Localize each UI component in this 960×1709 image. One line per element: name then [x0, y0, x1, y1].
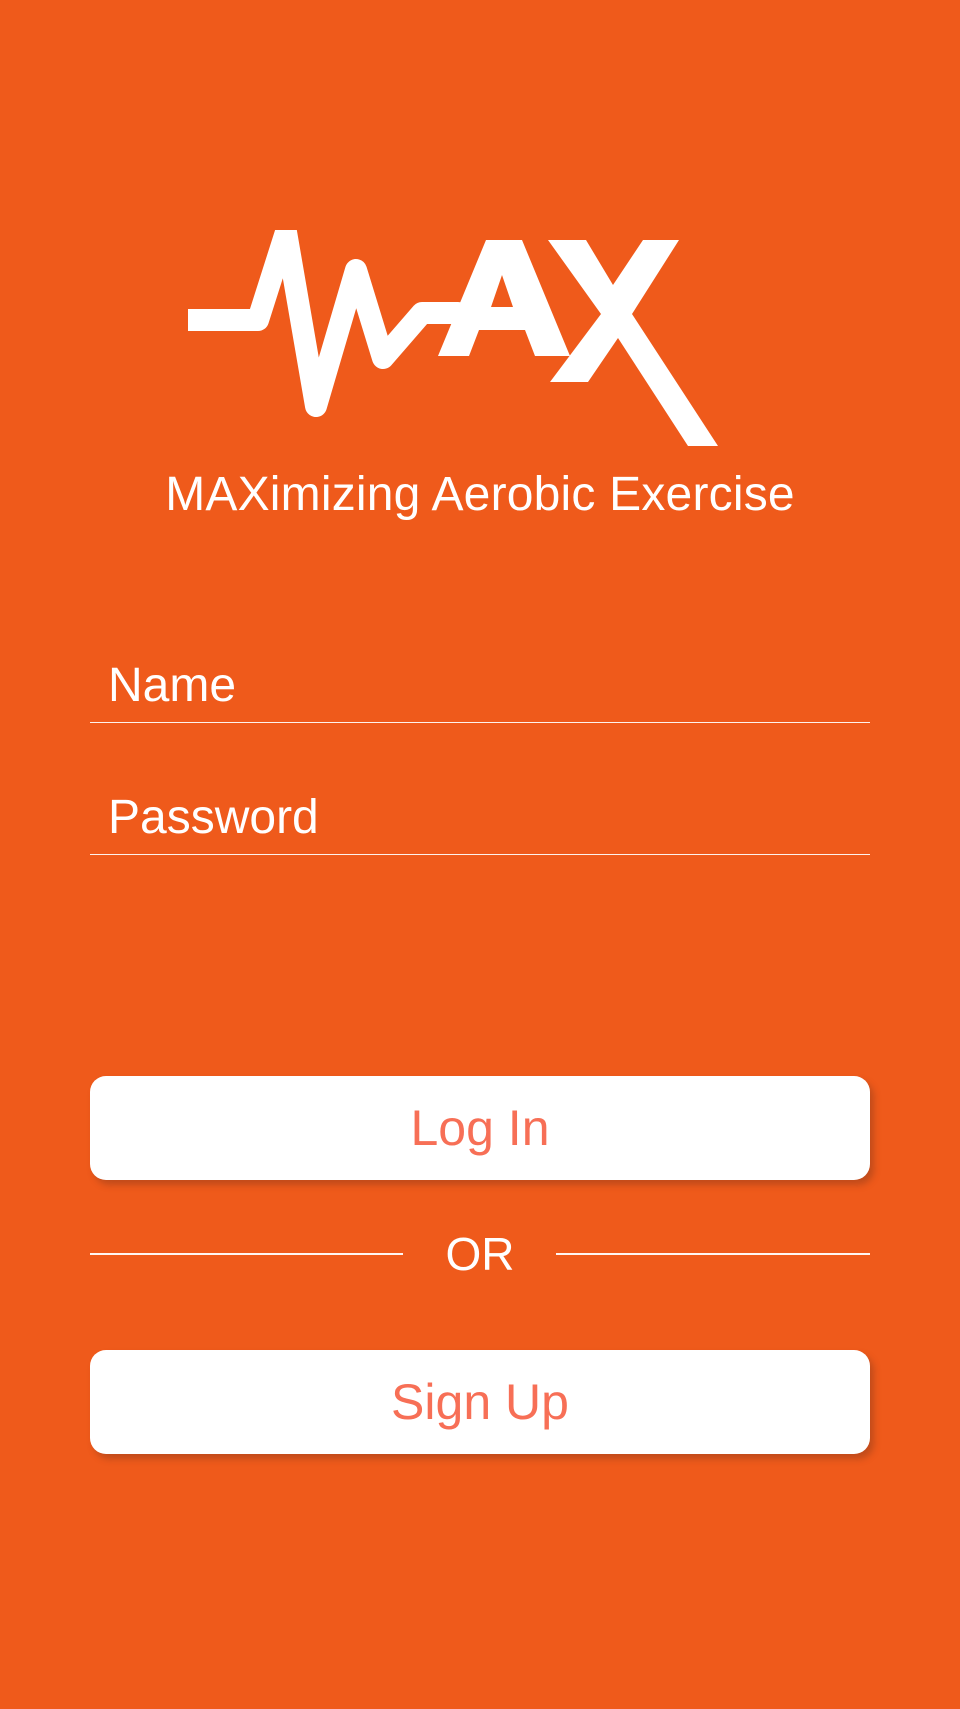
separator-line-left: [90, 1253, 403, 1255]
password-field[interactable]: [90, 784, 870, 855]
heartbeat-max-logo-icon: [188, 230, 778, 460]
app-tagline: MAXimizing Aerobic Exercise: [165, 468, 795, 521]
max-logo-graphic: [188, 230, 718, 446]
separator-line-right: [556, 1253, 870, 1255]
sign-up-button[interactable]: Sign Up: [90, 1350, 870, 1454]
or-label: OR: [445, 1228, 515, 1280]
name-input[interactable]: [108, 658, 848, 714]
or-separator: OR: [90, 1224, 870, 1284]
name-field[interactable]: [90, 652, 870, 723]
login-screen: MAXimizing Aerobic Exercise Log In OR Si…: [0, 0, 960, 1709]
log-in-button[interactable]: Log In: [90, 1076, 870, 1180]
password-input[interactable]: [108, 790, 848, 846]
